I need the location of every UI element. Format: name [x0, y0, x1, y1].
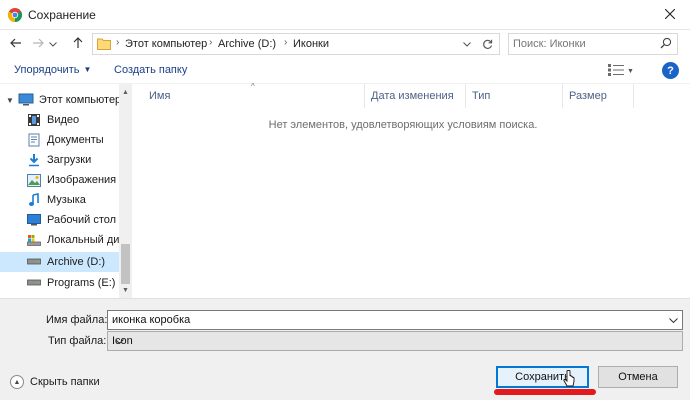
recent-locations-button[interactable] — [46, 34, 60, 54]
chevron-down-icon[interactable] — [666, 313, 680, 327]
details-view-icon — [608, 63, 624, 79]
video-icon — [26, 112, 42, 128]
breadcrumb-this-pc[interactable]: Этот компьютер — [125, 38, 207, 50]
close-button[interactable] — [650, 0, 690, 30]
column-header-name[interactable]: Имя — [143, 84, 365, 108]
column-header-date-modified[interactable]: Дата изменения — [365, 84, 466, 108]
drive-icon — [26, 254, 42, 270]
breadcrumb-archive[interactable]: Archive (D:) — [218, 38, 276, 50]
filename-label: Имя файла: — [46, 314, 108, 326]
breadcrumb-separator-icon: › — [284, 37, 288, 48]
hide-folders-label: Скрыть папки — [30, 376, 100, 388]
search-input[interactable] — [513, 36, 653, 52]
nav-item-label: Загрузки — [47, 154, 92, 166]
arrow-left-icon — [10, 38, 22, 51]
address-history-chevron-icon[interactable] — [461, 37, 473, 51]
computer-icon — [18, 92, 34, 108]
window-title: Сохранение — [28, 8, 96, 22]
title-bar: Сохранение — [0, 0, 690, 30]
file-list[interactable]: ^ Имя Дата изменения Тип Размер Нет элем… — [133, 82, 690, 298]
column-header-size[interactable]: Размер — [563, 84, 634, 108]
refresh-icon[interactable] — [479, 36, 495, 52]
nav-item-this-pc[interactable]: ▼ Этот компьютер — [0, 90, 122, 110]
music-icon — [26, 192, 42, 208]
nav-item-video[interactable]: Видео — [0, 110, 120, 130]
download-icon — [26, 152, 42, 168]
breadcrumb-separator-icon: › — [209, 37, 213, 48]
navigation-pane[interactable]: ▼ Этот компьютер Видео Документы Загрузк… — [0, 84, 132, 298]
nav-item-label: Programs (E:) — [47, 277, 116, 289]
search-box[interactable] — [508, 33, 678, 55]
new-folder-button[interactable]: Создать папку — [114, 64, 187, 76]
nav-item-label: Музыка — [47, 194, 86, 206]
breadcrumb-icons[interactable]: Иконки — [293, 38, 329, 50]
breadcrumb-separator-icon: › — [116, 37, 120, 48]
empty-list-message: Нет элементов, удовлетворяющих условиям … — [268, 119, 538, 131]
scroll-up-arrow-icon[interactable]: ▲ — [119, 86, 132, 99]
filetype-select[interactable]: Icon — [107, 331, 683, 351]
filename-combobox[interactable] — [107, 310, 683, 330]
documents-icon — [26, 132, 42, 148]
help-icon: ? — [667, 64, 674, 77]
nav-item-local-disk[interactable]: Локальный дис — [0, 230, 125, 250]
chevron-up-icon: ▲ — [10, 375, 24, 389]
nav-item-label: Рабочий стол — [47, 214, 117, 226]
help-button[interactable]: ? — [662, 62, 679, 79]
forward-button[interactable] — [28, 34, 48, 54]
nav-item-downloads[interactable]: Загрузки — [0, 150, 120, 170]
nav-item-archive-d[interactable]: Archive (D:) — [0, 252, 119, 272]
desktop-icon — [26, 212, 42, 228]
organize-button[interactable]: Упорядочить ▼ — [14, 64, 91, 76]
nav-item-pictures[interactable]: Изображения — [0, 170, 120, 190]
filetype-label: Тип файла: — [48, 335, 107, 347]
pictures-icon — [26, 172, 42, 188]
nav-item-label: Изображения — [47, 174, 117, 186]
caret-down-icon: ▼ — [627, 67, 634, 75]
nav-item-label: Документы — [47, 134, 104, 146]
chrome-icon — [8, 8, 22, 22]
nav-item-label: Этот компьютер — [38, 94, 122, 106]
command-bar: Упорядочить ▼ Создать папку ▼ ? — [0, 58, 690, 84]
view-options-button[interactable]: ▼ — [608, 63, 638, 79]
mouse-pointer-icon — [563, 369, 575, 391]
highlight-underline — [494, 389, 596, 395]
scroll-down-arrow-icon[interactable]: ▼ — [119, 284, 132, 297]
search-icon — [660, 37, 672, 52]
navigation-scrollbar[interactable]: ▲ ▼ — [119, 84, 132, 298]
nav-item-programs-e[interactable]: Programs (E:) — [0, 273, 120, 293]
chevron-down-icon — [49, 38, 57, 50]
drive-icon — [26, 232, 42, 248]
organize-label: Упорядочить — [14, 64, 80, 76]
filename-input[interactable] — [112, 313, 652, 327]
column-header-type[interactable]: Тип — [466, 84, 563, 108]
arrow-right-icon — [32, 38, 44, 51]
hide-folders-toggle[interactable]: ▲ Скрыть папки — [10, 375, 100, 389]
save-button[interactable]: Сохранить — [496, 366, 589, 388]
nav-item-documents[interactable]: Документы — [0, 130, 120, 150]
folder-icon — [97, 37, 111, 53]
nav-item-label: Archive (D:) — [47, 256, 106, 268]
nav-item-label: Локальный дис — [47, 234, 125, 246]
nav-item-label: Видео — [47, 114, 80, 126]
nav-item-desktop[interactable]: Рабочий стол — [0, 210, 120, 230]
cancel-button[interactable]: Отмена — [598, 366, 678, 388]
arrow-up-icon — [73, 36, 83, 52]
nav-item-music[interactable]: Музыка — [0, 190, 120, 210]
caret-down-icon: ▼ — [83, 65, 92, 74]
chevron-down-icon — [112, 334, 126, 348]
close-icon — [664, 8, 676, 22]
scrollbar-thumb[interactable] — [121, 244, 130, 284]
up-button[interactable] — [68, 34, 88, 54]
address-bar[interactable]: › Этот компьютер › Archive (D:) › Иконки — [92, 33, 500, 55]
expand-chevron-icon: ▼ — [6, 95, 14, 105]
back-button[interactable] — [6, 34, 26, 54]
navigation-row: › Этот компьютер › Archive (D:) › Иконки — [0, 30, 690, 58]
drive-icon — [26, 275, 42, 291]
